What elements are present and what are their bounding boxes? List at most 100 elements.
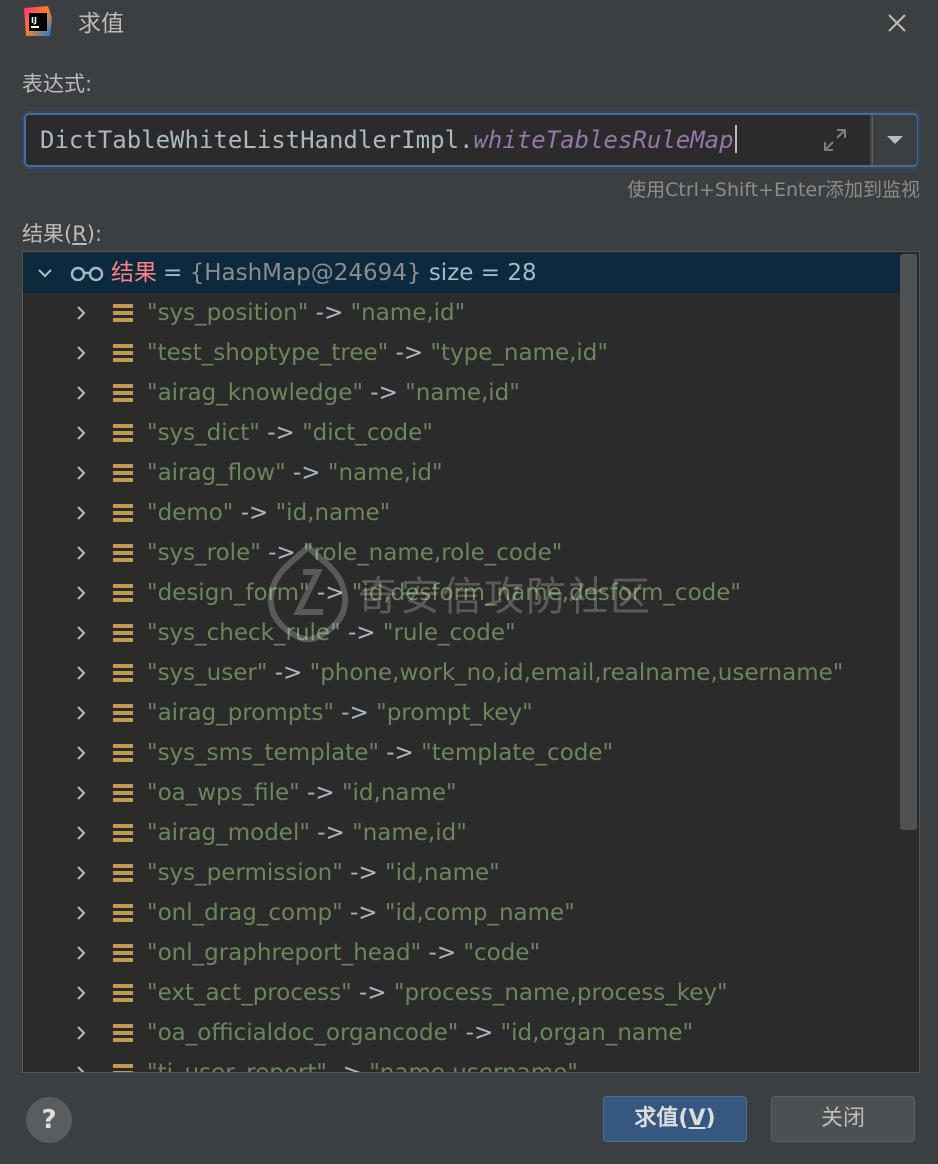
entry-text: "onl_drag_comp" -> "id,comp_name" <box>147 893 575 933</box>
expression-label: 表达式: <box>22 72 93 96</box>
entry-key: "sys_user" <box>147 660 268 686</box>
title-bar: IJ 求值 <box>0 0 938 50</box>
vertical-scrollbar-thumb[interactable] <box>900 254 917 830</box>
help-button[interactable]: ? <box>26 1097 72 1143</box>
tree-entry-row[interactable]: "oa_officialdoc_organcode" -> "id,organ_… <box>23 1013 901 1053</box>
map-entry-icon <box>113 584 133 603</box>
chevron-right-icon[interactable] <box>73 505 89 521</box>
chevron-right-icon[interactable] <box>73 825 89 841</box>
chevron-down-icon[interactable] <box>37 265 53 281</box>
entry-key: "sys_dict" <box>147 420 260 446</box>
entry-key: "airag_flow" <box>147 460 286 486</box>
tree-entry-row[interactable]: "test_shoptype_tree" -> "type_name,id" <box>23 333 901 373</box>
entry-arrow: -> <box>309 580 352 606</box>
map-entry-icon <box>113 864 133 883</box>
entry-text: "airag_model" -> "name,id" <box>147 813 467 853</box>
entry-arrow: -> <box>233 500 276 526</box>
svg-text:IJ: IJ <box>31 16 37 25</box>
close-icon[interactable] <box>882 8 912 38</box>
tree-entry-row[interactable]: "tj_user_report" -> "name,username" <box>23 1053 901 1073</box>
entry-key: "oa_officialdoc_organcode" <box>147 1020 459 1046</box>
map-entry-icon <box>113 1064 133 1072</box>
evaluate-button[interactable]: 求值(V) <box>603 1096 747 1142</box>
tree-entry-row[interactable]: "sys_permission" -> "id,name" <box>23 853 901 893</box>
tree-entry-row[interactable]: "sys_check_rule" -> "rule_code" <box>23 613 901 653</box>
entry-value: "prompt_key" <box>376 700 533 726</box>
entry-arrow: -> <box>299 780 342 806</box>
entry-value: "type_name,id" <box>430 340 608 366</box>
entry-value: "id,desform_name,desform_code" <box>351 580 741 606</box>
expand-icon[interactable] <box>822 127 848 153</box>
tree-entry-row[interactable]: "sys_role" -> "role_name,role_code" <box>23 533 901 573</box>
entry-text: "sys_user" -> "phone,work_no,id,email,re… <box>147 653 843 693</box>
chevron-right-icon[interactable] <box>73 785 89 801</box>
entry-text: "sys_sms_template" -> "template_code" <box>147 733 613 773</box>
tree-entry-row[interactable]: "airag_model" -> "name,id" <box>23 813 901 853</box>
expression-class: DictTableWhiteListHandlerImpl. <box>40 126 474 154</box>
chevron-right-icon[interactable] <box>73 1065 89 1073</box>
chevron-right-icon[interactable] <box>73 345 89 361</box>
expression-combobox[interactable]: DictTableWhiteListHandlerImpl.whiteTable… <box>24 113 918 167</box>
map-entry-icon <box>113 344 133 363</box>
history-dropdown-button[interactable] <box>872 115 917 165</box>
result-tree[interactable]: 结果 = {HashMap@24694} size = 28 "sys_posi… <box>22 251 920 1073</box>
tree-entry-row[interactable]: "onl_graphreport_head" -> "code" <box>23 933 901 973</box>
tree-entry-row[interactable]: "sys_dict" -> "dict_code" <box>23 413 901 453</box>
entry-text: "oa_wps_file" -> "id,name" <box>147 773 457 813</box>
entry-key: "sys_sms_template" <box>147 740 379 766</box>
chevron-right-icon[interactable] <box>73 585 89 601</box>
entry-arrow: -> <box>333 700 377 726</box>
chevron-right-icon[interactable] <box>73 465 89 481</box>
tree-root-row[interactable]: 结果 = {HashMap@24694} size = 28 <box>23 253 901 293</box>
entry-text: "sys_position" -> "name,id" <box>147 293 465 333</box>
expression-input[interactable]: DictTableWhiteListHandlerImpl.whiteTable… <box>26 115 870 165</box>
tree-entry-row[interactable]: "demo" -> "id,name" <box>23 493 901 533</box>
tree-entry-row[interactable]: "sys_sms_template" -> "template_code" <box>23 733 901 773</box>
entry-text: "sys_role" -> "role_name,role_code" <box>147 533 562 573</box>
tree-entry-row[interactable]: "onl_drag_comp" -> "id,comp_name" <box>23 893 901 933</box>
entry-value: "name,id" <box>405 380 520 406</box>
chevron-right-icon[interactable] <box>73 745 89 761</box>
entry-value: "phone,work_no,id,email,realname,usernam… <box>309 660 844 686</box>
entry-text: "sys_dict" -> "dict_code" <box>147 413 433 453</box>
entry-key: "sys_role" <box>147 540 261 566</box>
expression-text[interactable]: DictTableWhiteListHandlerImpl.whiteTable… <box>40 124 737 156</box>
chevron-right-icon[interactable] <box>73 625 89 641</box>
entry-text: "airag_prompts" -> "prompt_key" <box>147 693 533 733</box>
entry-key: "demo" <box>147 500 234 526</box>
tree-entry-row[interactable]: "design_form" -> "id,desform_name,desfor… <box>23 573 901 613</box>
chevron-right-icon[interactable] <box>73 945 89 961</box>
chevron-right-icon[interactable] <box>73 1025 89 1041</box>
chevron-right-icon[interactable] <box>73 705 89 721</box>
map-entry-icon <box>113 784 133 803</box>
tree-entry-row[interactable]: "oa_wps_file" -> "id,name" <box>23 773 901 813</box>
root-value: = {HashMap@24694} size = 28 <box>163 260 537 286</box>
map-entry-icon <box>113 424 133 443</box>
chevron-right-icon[interactable] <box>73 665 89 681</box>
tree-entry-row[interactable]: "airag_flow" -> "name,id" <box>23 453 901 493</box>
entry-text: "sys_permission" -> "id,name" <box>147 853 500 893</box>
chevron-right-icon[interactable] <box>73 905 89 921</box>
chevron-right-icon[interactable] <box>73 385 89 401</box>
entry-arrow: -> <box>378 740 422 766</box>
chevron-right-icon[interactable] <box>73 865 89 881</box>
tree-entry-row[interactable]: "sys_position" -> "name,id" <box>23 293 901 333</box>
entry-arrow: -> <box>351 980 394 1006</box>
entry-text: "test_shoptype_tree" -> "type_name,id" <box>147 333 608 373</box>
tree-entry-row[interactable]: "sys_user" -> "phone,work_no,id,email,re… <box>23 653 901 693</box>
tree-entry-row[interactable]: "airag_prompts" -> "prompt_key" <box>23 693 901 733</box>
entry-key: "test_shoptype_tree" <box>147 340 389 366</box>
entry-text: "oa_officialdoc_organcode" -> "id,organ_… <box>147 1013 693 1053</box>
chevron-right-icon[interactable] <box>73 425 89 441</box>
entry-arrow: -> <box>362 380 406 406</box>
chevron-right-icon[interactable] <box>73 545 89 561</box>
chevron-right-icon[interactable] <box>73 305 89 321</box>
tree-entry-row[interactable]: "ext_act_process" -> "process_name,proce… <box>23 973 901 1013</box>
tree-entry-row[interactable]: "airag_knowledge" -> "name,id" <box>23 373 901 413</box>
text-caret <box>734 125 737 153</box>
entry-value: "id,name" <box>275 500 391 526</box>
close-button[interactable]: 关闭 <box>771 1096 915 1142</box>
entry-value: "id,name" <box>385 860 500 886</box>
entry-arrow: -> <box>421 940 464 966</box>
chevron-right-icon[interactable] <box>73 985 89 1001</box>
